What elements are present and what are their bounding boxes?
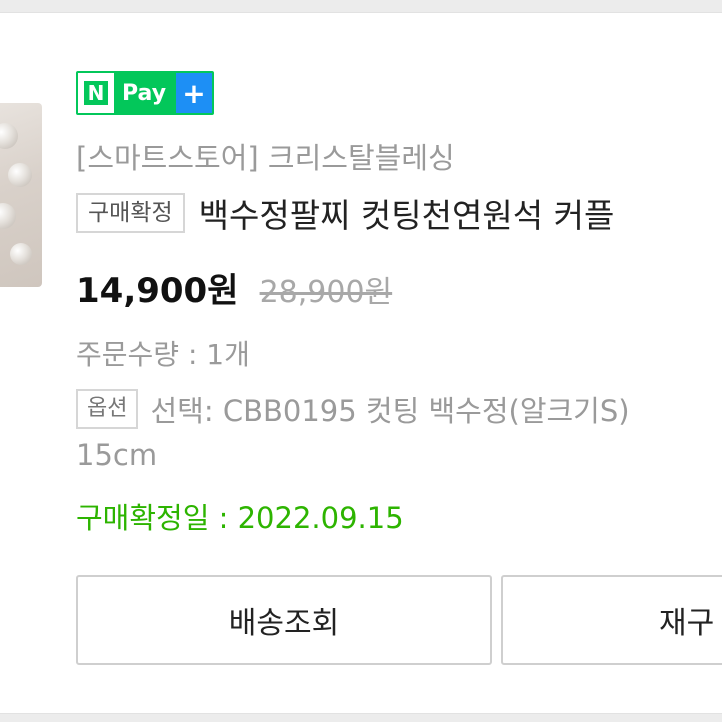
npay-plus-badge: N Pay + <box>76 71 214 115</box>
track-delivery-button[interactable]: 배송조회 <box>76 575 492 665</box>
sale-price: 14,900원 <box>76 271 239 311</box>
reorder-button[interactable]: 재구 <box>501 575 722 665</box>
status-badge: 구매확정 <box>76 193 185 233</box>
title-row: 구매확정 백수정팔찌 컷팅천연원석 커플 <box>76 189 614 237</box>
npay-label: Pay <box>114 73 176 113</box>
price-row: 14,900원 28,900원 <box>76 263 392 312</box>
store-name[interactable]: [스마트스토어] 크리스탈블레싱 <box>76 135 455 177</box>
option-row: 옵션 선택: CBB0195 컷팅 백수정(알크기S) <box>76 388 630 430</box>
product-title[interactable]: 백수정팔찌 컷팅천연원석 커플 <box>199 189 615 237</box>
original-price: 28,900원 <box>259 275 393 310</box>
option-text: 선택: CBB0195 컷팅 백수정(알크기S) <box>150 394 630 428</box>
option-badge: 옵션 <box>76 389 139 429</box>
purchase-confirm-date: 구매확정일 : 2022.09.15 <box>76 501 404 535</box>
plus-icon: + <box>176 73 212 113</box>
option-size: 15cm <box>76 438 158 472</box>
naver-n-icon: N <box>78 73 114 113</box>
product-thumbnail[interactable] <box>0 103 42 287</box>
order-card: N Pay + [스마트스토어] 크리스탈블레싱 구매확정 백수정팔찌 컷팅천연… <box>0 12 722 714</box>
order-quantity: 주문수량 : 1개 <box>76 338 250 371</box>
